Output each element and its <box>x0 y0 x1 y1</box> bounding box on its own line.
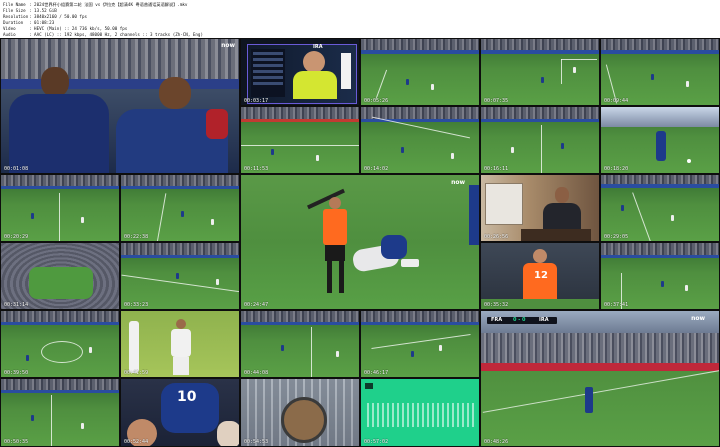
thumbnail-match-wide[interactable]: 00:44:08 <box>240 310 360 378</box>
thumbnail-transition-graphic[interactable]: 00:57:02 <box>360 378 480 447</box>
timestamp: 00:16:11 <box>484 166 509 172</box>
timestamp: 00:14:02 <box>364 166 389 172</box>
pitch-aerial <box>29 267 93 299</box>
thumbnail-match-wide[interactable]: 00:29:05 <box>600 174 720 242</box>
player-figure <box>656 131 666 161</box>
broadcaster-logo: now <box>691 315 705 322</box>
scoreboard: FRA 0 - 0 IRA <box>487 317 557 324</box>
thumbnail-players-closeup[interactable]: 00:41:59 <box>120 310 240 378</box>
player-figure <box>171 329 191 357</box>
timestamp: 00:07:35 <box>484 98 509 104</box>
timestamp: 00:26:56 <box>484 234 509 240</box>
goalkeeper-figure <box>523 263 557 303</box>
timestamp: 00:41:59 <box>124 370 149 376</box>
thumbnail-match-wide[interactable]: 00:11:53 <box>240 106 360 174</box>
thumbnail-player-celebration[interactable]: 10 00:52:44 <box>120 378 240 447</box>
timestamp: 00:50:35 <box>4 439 29 445</box>
timestamp: 00:03:17 <box>244 98 269 104</box>
timestamp: 00:57:02 <box>364 439 389 445</box>
thumbnail-match-wide[interactable]: 00:05:26 <box>360 38 480 106</box>
meta-file-name: File Name: 2024世界杯小组赛第二轮 法国 vs 伊拉克【超清4K … <box>3 2 188 7</box>
thumbnail-match-wide[interactable]: 00:33:23 <box>120 242 240 310</box>
thumbnail-match-wide[interactable]: 00:20:29 <box>0 174 120 242</box>
timestamp: 00:24:47 <box>244 302 269 308</box>
thumbnail-broadcast-scoreboard[interactable]: FRA 0 - 0 IRA now 00:48:26 <box>480 310 720 447</box>
timestamp: 00:01:08 <box>4 166 29 172</box>
broadcaster-logo: now <box>451 179 465 186</box>
player-face-right <box>159 77 191 109</box>
scoreboard-score: 0 - 0 <box>513 317 526 323</box>
player-face-left <box>41 67 69 97</box>
thumbnail-match-wide[interactable]: 00:16:11 <box>480 106 600 174</box>
timestamp: 00:54:53 <box>244 439 269 445</box>
meta-file-size: File Size: 13.52 GiB <box>3 8 57 13</box>
thumbnail-players-portrait[interactable]: now 00:01:08 <box>0 38 240 174</box>
graphic-pattern <box>367 403 475 427</box>
thumbnail-stadium-aerial[interactable]: 00:31:14 <box>0 242 120 310</box>
timestamp: 00:52:44 <box>124 439 149 445</box>
timestamp: 00:09:44 <box>604 98 629 104</box>
thumbnail-match-wide[interactable]: 00:14:02 <box>360 106 480 174</box>
meta-audio: Audio: AAC (LC) :: 192 kbps, 48000 Hz, 2… <box>3 32 203 37</box>
timestamp: 00:29:05 <box>604 234 629 240</box>
thumbnail-match-wide[interactable]: 00:22:38 <box>120 174 240 242</box>
timestamp: 00:31:14 <box>4 302 29 308</box>
thumbnail-lineup-graphic[interactable]: IRA 00:03:17 <box>240 38 360 106</box>
thumbnail-player-run[interactable]: 00:18:20 <box>600 106 720 174</box>
thumbnail-match-wide[interactable]: 00:37:41 <box>600 242 720 310</box>
thumbnail-match-wide[interactable]: 00:39:50 <box>0 310 120 378</box>
timestamp: 00:35:32 <box>484 302 509 308</box>
ball <box>687 159 691 163</box>
scoreboard-away: IRA <box>539 317 549 323</box>
meta-resolution: Resolution: 3840x2160 / 50.00 fps <box>3 14 87 19</box>
timestamp: 00:46:17 <box>364 370 389 376</box>
timestamp: 00:39:50 <box>4 370 29 376</box>
timestamp: 00:22:38 <box>124 234 149 240</box>
timestamp: 00:44:08 <box>244 370 269 376</box>
thumbnail-stadium-roof[interactable]: 00:54:53 <box>240 378 360 447</box>
meta-duration: Duration: 01:08:23 <box>3 20 55 25</box>
broadcaster-logo: now <box>221 42 235 49</box>
scoreboard-home: FRA <box>491 317 503 323</box>
file-metadata-header: File Name: 2024世界杯小组赛第二轮 法国 vs 伊拉克【超清4K … <box>0 0 720 38</box>
stadium-structure <box>281 397 327 443</box>
thumbnail-studio-commentator[interactable]: 00:26:56 <box>480 174 600 242</box>
timestamp: 00:33:23 <box>124 302 149 308</box>
timestamp: 00:05:26 <box>364 98 389 104</box>
player-jersey-left <box>9 94 109 173</box>
thumbnail-match-wide[interactable]: 00:46:17 <box>360 310 480 378</box>
thumbnail-match-wide[interactable]: 00:07:35 <box>480 38 600 106</box>
timestamp: 00:48:26 <box>484 439 509 445</box>
timestamp: 00:37:41 <box>604 302 629 308</box>
player-figure <box>585 387 593 413</box>
timestamp: 00:20:29 <box>4 234 29 240</box>
meta-video: Video: HEVC (Main) :: 24 736 kb/s, 50.00… <box>3 26 128 31</box>
thumbnail-referee-injury[interactable]: now 00:24:47 <box>240 174 480 310</box>
thumbnail-grid: now 00:01:08 IRA 00:03:17 00:05:26 00:07 <box>0 38 720 447</box>
player-crouching-figure <box>381 235 407 259</box>
thumbnail-match-wide[interactable]: 00:09:44 <box>600 38 720 106</box>
thumbnail-match-wide[interactable]: 00:50:35 <box>0 378 120 447</box>
lineup-team-code: IRA <box>313 44 323 50</box>
timestamp: 00:11:53 <box>244 166 269 172</box>
thumbnail-goalkeeper[interactable]: 12 00:35:32 <box>480 242 600 310</box>
timestamp: 00:18:20 <box>604 166 629 172</box>
referee-figure <box>323 209 347 245</box>
goalkeeper-number: 12 <box>534 270 548 281</box>
